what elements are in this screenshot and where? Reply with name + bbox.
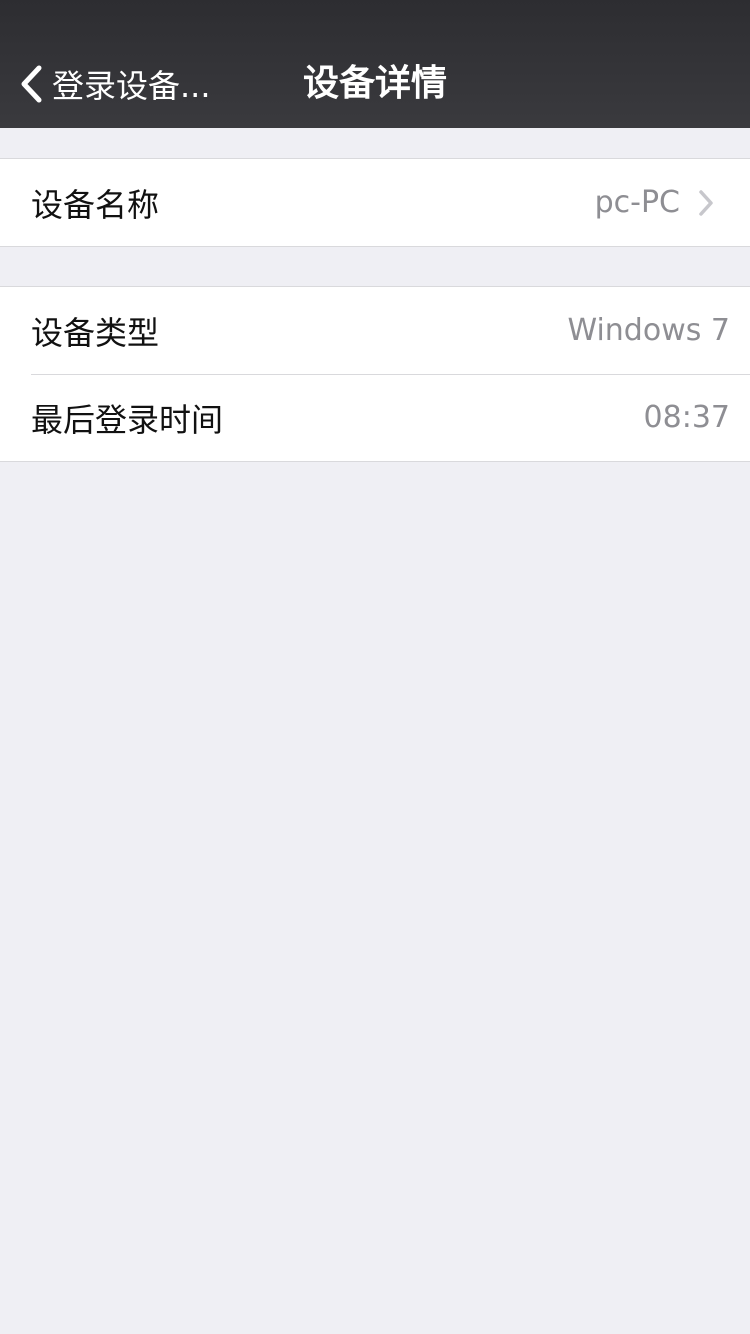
last-login-value: 08:37 xyxy=(643,400,730,435)
device-name-value: pc-PC xyxy=(594,185,680,220)
device-type-row: 设备类型 Windows 7 xyxy=(0,287,750,374)
navigation-bar: 登录设备... 设备详情 xyxy=(0,0,750,128)
device-name-section: 设备名称 pc-PC xyxy=(0,158,750,247)
last-login-label: 最后登录时间 xyxy=(31,400,224,439)
page-title: 设备详情 xyxy=(302,63,447,104)
device-details-section: 设备类型 Windows 7 最后登录时间 08:37 xyxy=(0,286,750,462)
device-name-label: 设备名称 xyxy=(31,185,160,224)
device-type-label: 设备类型 xyxy=(31,313,160,352)
device-name-row[interactable]: 设备名称 pc-PC xyxy=(0,159,750,246)
last-login-row: 最后登录时间 08:37 xyxy=(0,374,750,461)
chevron-right-icon xyxy=(698,187,720,219)
device-type-value: Windows 7 xyxy=(567,313,730,348)
